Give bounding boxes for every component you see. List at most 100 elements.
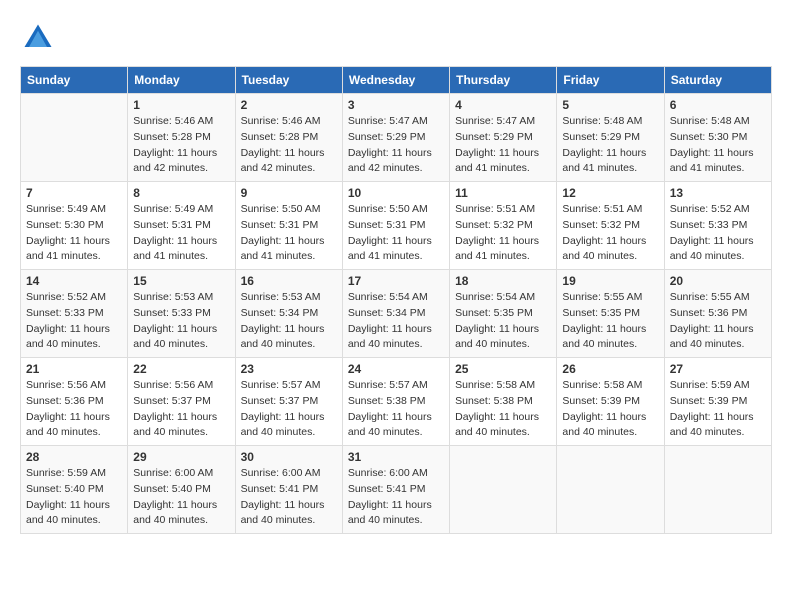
day-number: 12 [562, 186, 658, 200]
calendar-cell: 25 Sunrise: 5:58 AM Sunset: 5:38 PM Dayl… [450, 358, 557, 446]
day-info: Sunrise: 5:52 AM Sunset: 5:33 PM Dayligh… [26, 290, 122, 353]
day-info: Sunrise: 5:55 AM Sunset: 5:36 PM Dayligh… [670, 290, 766, 353]
calendar-week-2: 7 Sunrise: 5:49 AM Sunset: 5:30 PM Dayli… [21, 182, 772, 270]
day-number: 30 [241, 450, 337, 464]
daylight: Daylight: 11 hours and 41 minutes. [26, 235, 110, 263]
sunset: Sunset: 5:38 PM [455, 395, 533, 407]
daylight: Daylight: 11 hours and 42 minutes. [348, 147, 432, 175]
day-number: 29 [133, 450, 229, 464]
sunset: Sunset: 5:34 PM [241, 307, 319, 319]
sunrise: Sunrise: 5:51 AM [562, 203, 642, 215]
day-number: 16 [241, 274, 337, 288]
day-number: 15 [133, 274, 229, 288]
calendar-header-row: SundayMondayTuesdayWednesdayThursdayFrid… [21, 67, 772, 94]
calendar-cell [21, 94, 128, 182]
day-number: 18 [455, 274, 551, 288]
sunrise: Sunrise: 5:53 AM [241, 291, 321, 303]
sunrise: Sunrise: 5:47 AM [455, 115, 535, 127]
day-info: Sunrise: 5:49 AM Sunset: 5:31 PM Dayligh… [133, 202, 229, 265]
calendar-cell: 16 Sunrise: 5:53 AM Sunset: 5:34 PM Dayl… [235, 270, 342, 358]
sunset: Sunset: 5:36 PM [670, 307, 748, 319]
header-friday: Friday [557, 67, 664, 94]
header-saturday: Saturday [664, 67, 771, 94]
sunrise: Sunrise: 5:50 AM [241, 203, 321, 215]
sunrise: Sunrise: 5:46 AM [133, 115, 213, 127]
day-info: Sunrise: 5:49 AM Sunset: 5:30 PM Dayligh… [26, 202, 122, 265]
sunrise: Sunrise: 5:59 AM [26, 467, 106, 479]
sunset: Sunset: 5:36 PM [26, 395, 104, 407]
sunrise: Sunrise: 5:56 AM [26, 379, 106, 391]
day-number: 22 [133, 362, 229, 376]
calendar-week-1: 1 Sunrise: 5:46 AM Sunset: 5:28 PM Dayli… [21, 94, 772, 182]
calendar-cell [557, 446, 664, 534]
calendar-cell: 1 Sunrise: 5:46 AM Sunset: 5:28 PM Dayli… [128, 94, 235, 182]
day-number: 17 [348, 274, 444, 288]
sunset: Sunset: 5:28 PM [241, 131, 319, 143]
day-info: Sunrise: 6:00 AM Sunset: 5:41 PM Dayligh… [348, 466, 444, 529]
calendar-cell: 20 Sunrise: 5:55 AM Sunset: 5:36 PM Dayl… [664, 270, 771, 358]
calendar-cell: 22 Sunrise: 5:56 AM Sunset: 5:37 PM Dayl… [128, 358, 235, 446]
daylight: Daylight: 11 hours and 40 minutes. [241, 499, 325, 527]
daylight: Daylight: 11 hours and 40 minutes. [562, 323, 646, 351]
calendar-week-3: 14 Sunrise: 5:52 AM Sunset: 5:33 PM Dayl… [21, 270, 772, 358]
day-number: 4 [455, 98, 551, 112]
sunset: Sunset: 5:34 PM [348, 307, 426, 319]
sunset: Sunset: 5:38 PM [348, 395, 426, 407]
day-number: 23 [241, 362, 337, 376]
day-number: 9 [241, 186, 337, 200]
day-number: 20 [670, 274, 766, 288]
day-info: Sunrise: 5:46 AM Sunset: 5:28 PM Dayligh… [133, 114, 229, 177]
day-number: 11 [455, 186, 551, 200]
calendar-cell: 8 Sunrise: 5:49 AM Sunset: 5:31 PM Dayli… [128, 182, 235, 270]
header-sunday: Sunday [21, 67, 128, 94]
day-info: Sunrise: 5:51 AM Sunset: 5:32 PM Dayligh… [455, 202, 551, 265]
day-number: 24 [348, 362, 444, 376]
sunrise: Sunrise: 5:50 AM [348, 203, 428, 215]
daylight: Daylight: 11 hours and 40 minutes. [562, 411, 646, 439]
day-number: 5 [562, 98, 658, 112]
day-info: Sunrise: 6:00 AM Sunset: 5:40 PM Dayligh… [133, 466, 229, 529]
sunrise: Sunrise: 5:56 AM [133, 379, 213, 391]
sunrise: Sunrise: 5:54 AM [348, 291, 428, 303]
day-info: Sunrise: 5:56 AM Sunset: 5:37 PM Dayligh… [133, 378, 229, 441]
sunset: Sunset: 5:28 PM [133, 131, 211, 143]
day-number: 27 [670, 362, 766, 376]
sunrise: Sunrise: 6:00 AM [241, 467, 321, 479]
day-info: Sunrise: 5:52 AM Sunset: 5:33 PM Dayligh… [670, 202, 766, 265]
calendar-cell: 17 Sunrise: 5:54 AM Sunset: 5:34 PM Dayl… [342, 270, 449, 358]
sunset: Sunset: 5:33 PM [670, 219, 748, 231]
sunrise: Sunrise: 5:59 AM [670, 379, 750, 391]
day-number: 2 [241, 98, 337, 112]
daylight: Daylight: 11 hours and 41 minutes. [455, 147, 539, 175]
day-info: Sunrise: 5:55 AM Sunset: 5:35 PM Dayligh… [562, 290, 658, 353]
day-number: 26 [562, 362, 658, 376]
day-number: 28 [26, 450, 122, 464]
sunrise: Sunrise: 5:58 AM [562, 379, 642, 391]
calendar-cell: 2 Sunrise: 5:46 AM Sunset: 5:28 PM Dayli… [235, 94, 342, 182]
sunset: Sunset: 5:39 PM [670, 395, 748, 407]
calendar-cell: 24 Sunrise: 5:57 AM Sunset: 5:38 PM Dayl… [342, 358, 449, 446]
sunrise: Sunrise: 5:48 AM [670, 115, 750, 127]
day-info: Sunrise: 5:58 AM Sunset: 5:39 PM Dayligh… [562, 378, 658, 441]
daylight: Daylight: 11 hours and 41 minutes. [241, 235, 325, 263]
day-number: 31 [348, 450, 444, 464]
sunset: Sunset: 5:40 PM [133, 483, 211, 495]
day-info: Sunrise: 5:59 AM Sunset: 5:39 PM Dayligh… [670, 378, 766, 441]
calendar-cell: 23 Sunrise: 5:57 AM Sunset: 5:37 PM Dayl… [235, 358, 342, 446]
sunset: Sunset: 5:32 PM [562, 219, 640, 231]
daylight: Daylight: 11 hours and 42 minutes. [241, 147, 325, 175]
header-monday: Monday [128, 67, 235, 94]
daylight: Daylight: 11 hours and 40 minutes. [133, 323, 217, 351]
day-info: Sunrise: 5:50 AM Sunset: 5:31 PM Dayligh… [241, 202, 337, 265]
daylight: Daylight: 11 hours and 40 minutes. [26, 323, 110, 351]
calendar-cell: 9 Sunrise: 5:50 AM Sunset: 5:31 PM Dayli… [235, 182, 342, 270]
sunset: Sunset: 5:31 PM [241, 219, 319, 231]
sunset: Sunset: 5:30 PM [26, 219, 104, 231]
daylight: Daylight: 11 hours and 40 minutes. [241, 323, 325, 351]
daylight: Daylight: 11 hours and 40 minutes. [455, 411, 539, 439]
sunrise: Sunrise: 5:54 AM [455, 291, 535, 303]
day-number: 14 [26, 274, 122, 288]
calendar-week-5: 28 Sunrise: 5:59 AM Sunset: 5:40 PM Dayl… [21, 446, 772, 534]
logo-icon [20, 20, 56, 56]
day-number: 13 [670, 186, 766, 200]
